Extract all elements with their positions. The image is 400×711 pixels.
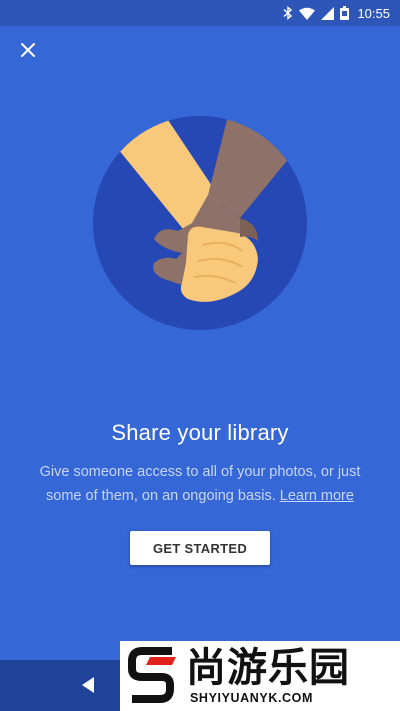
watermark: 尚游乐园 SHYIYUANYK.COM xyxy=(120,641,400,711)
back-triangle-icon xyxy=(78,677,98,699)
share-library-screen: 10:55 Share your library Give someone ac… xyxy=(0,0,400,711)
status-bar: 10:55 xyxy=(0,0,400,26)
dialog-title: Share your library xyxy=(111,420,289,445)
back-button[interactable] xyxy=(78,675,98,695)
status-time: 10:55 xyxy=(357,5,390,21)
get-started-button[interactable]: GET STARTED xyxy=(130,531,270,565)
close-icon xyxy=(20,42,36,63)
close-button[interactable] xyxy=(12,36,44,68)
wifi-icon xyxy=(299,7,316,20)
holding-hands-illustration xyxy=(90,113,310,333)
dialog-description: Give someone access to all of your photo… xyxy=(26,460,374,508)
watermark-chinese-text: 尚游乐园 xyxy=(186,645,350,691)
learn-more-link[interactable]: Learn more xyxy=(280,488,354,504)
watermark-logo xyxy=(128,647,178,705)
watermark-english-text: SHYIYUANYK.COM xyxy=(190,691,313,705)
battery-icon xyxy=(340,6,350,20)
bluetooth-icon xyxy=(283,6,293,20)
signal-icon xyxy=(321,6,335,20)
status-icons: 10:55 xyxy=(283,4,390,22)
